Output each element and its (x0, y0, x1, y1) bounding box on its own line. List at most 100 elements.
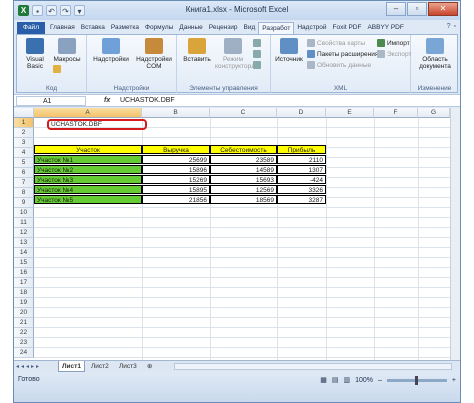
value-cell[interactable]: 12569 (210, 185, 277, 194)
properties-icon[interactable] (253, 39, 261, 47)
row-header-12[interactable]: 12 (14, 228, 34, 238)
row-header-23[interactable]: 23 (14, 338, 34, 348)
value-cell[interactable]: 3326 (277, 185, 326, 194)
design-mode-button[interactable]: Режим конструктора (215, 38, 255, 70)
design-mode-icon (224, 38, 242, 54)
page-break-icon[interactable]: ▥ (343, 376, 350, 384)
column-header-g[interactable]: G (418, 108, 450, 118)
sheet-nav-arrows[interactable]: ◂◂◂▸▸ (16, 363, 41, 370)
row-header-6[interactable]: 6 (14, 168, 34, 178)
value-cell[interactable]: 15896 (142, 165, 210, 174)
plot-name-cell[interactable]: Участок №5 (34, 195, 142, 204)
sheet-tab-1[interactable]: Лист1 (58, 361, 85, 372)
addins-button[interactable]: Надстройки (91, 38, 131, 63)
zoom-in-icon[interactable]: + (452, 377, 456, 384)
row-header-5[interactable]: 5 (14, 158, 34, 168)
expansion-packs-button[interactable]: Пакеты расширения (307, 50, 378, 58)
page-layout-icon[interactable]: ▤ (332, 376, 339, 384)
row-header-13[interactable]: 13 (14, 238, 34, 248)
zoom-out-icon[interactable]: – (378, 377, 382, 384)
view-code-icon[interactable] (253, 50, 261, 58)
column-header-e[interactable]: E (326, 108, 374, 118)
value-cell[interactable]: 15895 (142, 185, 210, 194)
new-sheet-icon[interactable]: ⊕ (144, 361, 155, 372)
value-cell[interactable]: 18569 (210, 195, 277, 204)
row-header-15[interactable]: 15 (14, 258, 34, 268)
close-button[interactable]: ✕ (428, 2, 458, 16)
row-header-8[interactable]: 8 (14, 188, 34, 198)
horizontal-scrollbar[interactable] (174, 363, 452, 370)
value-cell[interactable]: 15693 (210, 175, 277, 184)
map-properties-button[interactable]: Свойства карты (307, 39, 365, 47)
row-header-14[interactable]: 14 (14, 248, 34, 258)
maximize-button[interactable]: ▫ (407, 2, 427, 16)
refresh-data-button[interactable]: Обновить данные (307, 61, 371, 69)
header-cell-revenue[interactable]: Выручка (142, 145, 210, 154)
row-header-7[interactable]: 7 (14, 178, 34, 188)
row-header-11[interactable]: 11 (14, 218, 34, 228)
insert-control-button[interactable]: Вставить (180, 38, 214, 63)
help-icon[interactable]: ? (447, 23, 451, 30)
plot-name-cell[interactable]: Участок №4 (34, 185, 142, 194)
column-header-d[interactable]: D (277, 108, 326, 118)
value-cell[interactable]: -424 (277, 175, 326, 184)
document-panel-button[interactable]: Область документа (414, 38, 456, 70)
value-cell[interactable]: 21856 (142, 195, 210, 204)
column-header-a[interactable]: A (34, 108, 142, 118)
plot-name-cell[interactable]: Участок №3 (34, 175, 142, 184)
macro-security-icon[interactable] (53, 65, 61, 73)
ribbon-minimize-icon[interactable]: ▫ (454, 23, 456, 30)
zoom-slider[interactable] (386, 375, 447, 385)
zoom-level[interactable]: 100% (355, 377, 373, 384)
row-header-18[interactable]: 18 (14, 288, 34, 298)
value-cell[interactable]: 2110 (277, 155, 326, 164)
run-dialog-icon[interactable] (253, 61, 261, 69)
row-header-20[interactable]: 20 (14, 308, 34, 318)
refresh-icon (307, 61, 315, 69)
import-button[interactable]: Импорт (377, 39, 410, 47)
value-cell[interactable]: 23589 (210, 155, 277, 164)
header-cell-profit[interactable]: Прибыль (277, 145, 326, 154)
fx-icon[interactable]: fx (104, 95, 110, 107)
value-cell[interactable]: 3287 (277, 195, 326, 204)
column-header-f[interactable]: F (374, 108, 418, 118)
sheet-tab-2[interactable]: Лист2 (88, 361, 112, 372)
header-cell-cost[interactable]: Себестоимость (210, 145, 277, 154)
export-icon (377, 50, 385, 58)
row-header-22[interactable]: 22 (14, 328, 34, 338)
row-header-4[interactable]: 4 (14, 148, 34, 158)
column-header-c[interactable]: C (210, 108, 277, 118)
plot-name-cell[interactable]: Участок №2 (34, 165, 142, 174)
cell-a1-highlighted[interactable]: UCHASTOK.DBF (47, 119, 147, 130)
header-cell-plot[interactable]: Участок (34, 145, 142, 154)
row-header-16[interactable]: 16 (14, 268, 34, 278)
column-header-b[interactable]: B (142, 108, 210, 118)
minimize-button[interactable]: – (386, 2, 406, 16)
row-header-1[interactable]: 1 (14, 118, 34, 128)
sheet-tab-3[interactable]: Лист3 (116, 361, 140, 372)
spreadsheet-grid[interactable]: A B C D E F G 1 2 3 4 5 6 7 8 9 10 11 12 13 14 15 16 17 1… (14, 108, 460, 360)
value-cell[interactable]: 25699 (142, 155, 210, 164)
row-header-3[interactable]: 3 (14, 138, 34, 148)
normal-view-icon[interactable]: ▦ (320, 376, 327, 384)
formula-input[interactable]: UCHASTOK.DBF (120, 95, 175, 107)
row-header-17[interactable]: 17 (14, 278, 34, 288)
row-header-10[interactable]: 10 (14, 208, 34, 218)
name-box[interactable]: A1 (16, 96, 86, 106)
row-header-24[interactable]: 24 (14, 348, 34, 358)
value-cell[interactable]: 15269 (142, 175, 210, 184)
vertical-scrollbar[interactable] (450, 108, 460, 360)
visual-basic-button[interactable]: Visual Basic (20, 38, 50, 70)
row-header-21[interactable]: 21 (14, 318, 34, 328)
export-button[interactable]: Экспорт (377, 50, 411, 58)
source-button[interactable]: Источник (274, 38, 304, 63)
row-header-2[interactable]: 2 (14, 128, 34, 138)
select-all-corner[interactable] (14, 108, 34, 118)
row-header-19[interactable]: 19 (14, 298, 34, 308)
value-cell[interactable]: 1307 (277, 165, 326, 174)
macros-button[interactable]: Макросы (51, 38, 83, 63)
row-header-9[interactable]: 9 (14, 198, 34, 208)
plot-name-cell[interactable]: Участок №1 (34, 155, 142, 164)
value-cell[interactable]: 14589 (210, 165, 277, 174)
com-addins-button[interactable]: Надстройки COM (133, 38, 175, 70)
